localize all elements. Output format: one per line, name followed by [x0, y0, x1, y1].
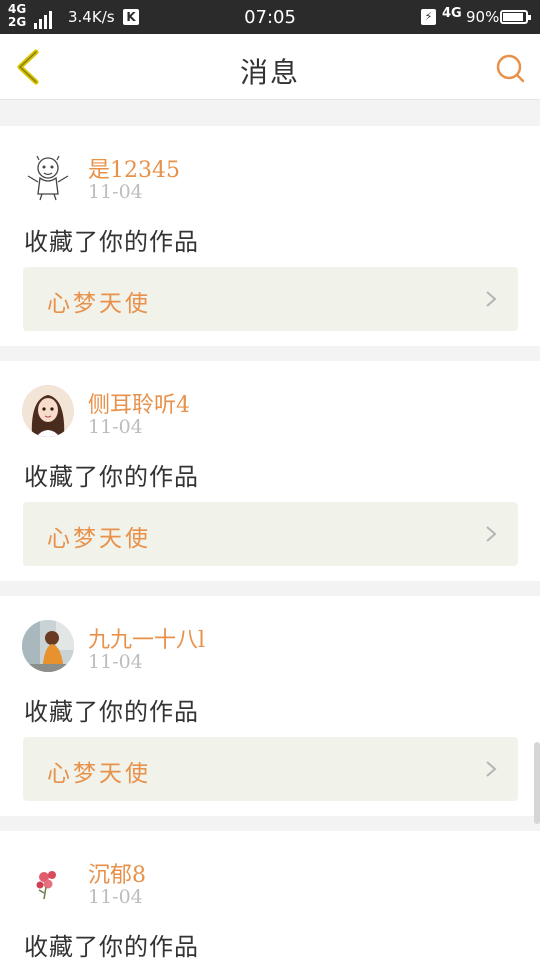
message-card: 是12345 11-04 收藏了你的作品 心梦天使 [0, 126, 540, 346]
chevron-right-icon [486, 291, 497, 307]
chevron-right-icon [486, 526, 497, 542]
work-name: 心梦天使 [47, 761, 151, 787]
message-date: 11-04 [88, 416, 143, 438]
avatar[interactable] [22, 385, 74, 437]
message-text: 收藏了你的作品 [24, 933, 199, 960]
message-date: 11-04 [88, 651, 143, 673]
username[interactable]: 九九一十八l [88, 622, 205, 654]
message-text: 收藏了你的作品 [24, 463, 199, 491]
avatar[interactable] [22, 620, 74, 672]
battery-level [503, 13, 523, 21]
username[interactable]: 沉郁8 [88, 857, 146, 889]
girl-portrait-icon [22, 385, 74, 437]
chevron-right-icon [486, 761, 497, 777]
charging-icon: ⚡ [421, 9, 436, 25]
message-card: 侧耳聆听4 11-04 收藏了你的作品 心梦天使 [0, 361, 540, 581]
work-link[interactable]: 心梦天使 [23, 502, 518, 566]
message-date: 11-04 [88, 181, 143, 203]
avatar[interactable] [22, 150, 74, 202]
tiger-sketch-icon [27, 155, 69, 201]
scrollbar[interactable] [534, 742, 540, 824]
work-name: 心梦天使 [47, 291, 151, 317]
message-card: 九九一十八l 11-04 收藏了你的作品 心梦天使 [0, 596, 540, 816]
message-card: 沉郁8 11-04 收藏了你的作品 [0, 831, 540, 960]
message-date: 11-04 [88, 886, 143, 908]
network-type-right: 4G [442, 6, 462, 21]
avatar[interactable] [22, 855, 74, 907]
battery-icon [500, 10, 531, 24]
work-name: 心梦天使 [47, 526, 151, 552]
username[interactable]: 是12345 [88, 152, 180, 184]
flower-icon [36, 871, 56, 900]
search-icon [496, 54, 525, 83]
search-button[interactable] [494, 52, 526, 84]
status-bar: 4G 2G 3.4K/s K 07:05 ⚡ 4G 90% [0, 0, 540, 34]
username[interactable]: 侧耳聆听4 [88, 387, 190, 419]
message-text: 收藏了你的作品 [24, 698, 199, 726]
work-link[interactable]: 心梦天使 [23, 267, 518, 331]
girl-photo-icon [22, 620, 74, 672]
header-bar: 消息 [0, 34, 540, 100]
work-link[interactable]: 心梦天使 [23, 737, 518, 801]
battery-percent: 90% [466, 8, 500, 26]
message-text: 收藏了你的作品 [24, 228, 199, 256]
page-title: 消息 [239, 56, 300, 89]
